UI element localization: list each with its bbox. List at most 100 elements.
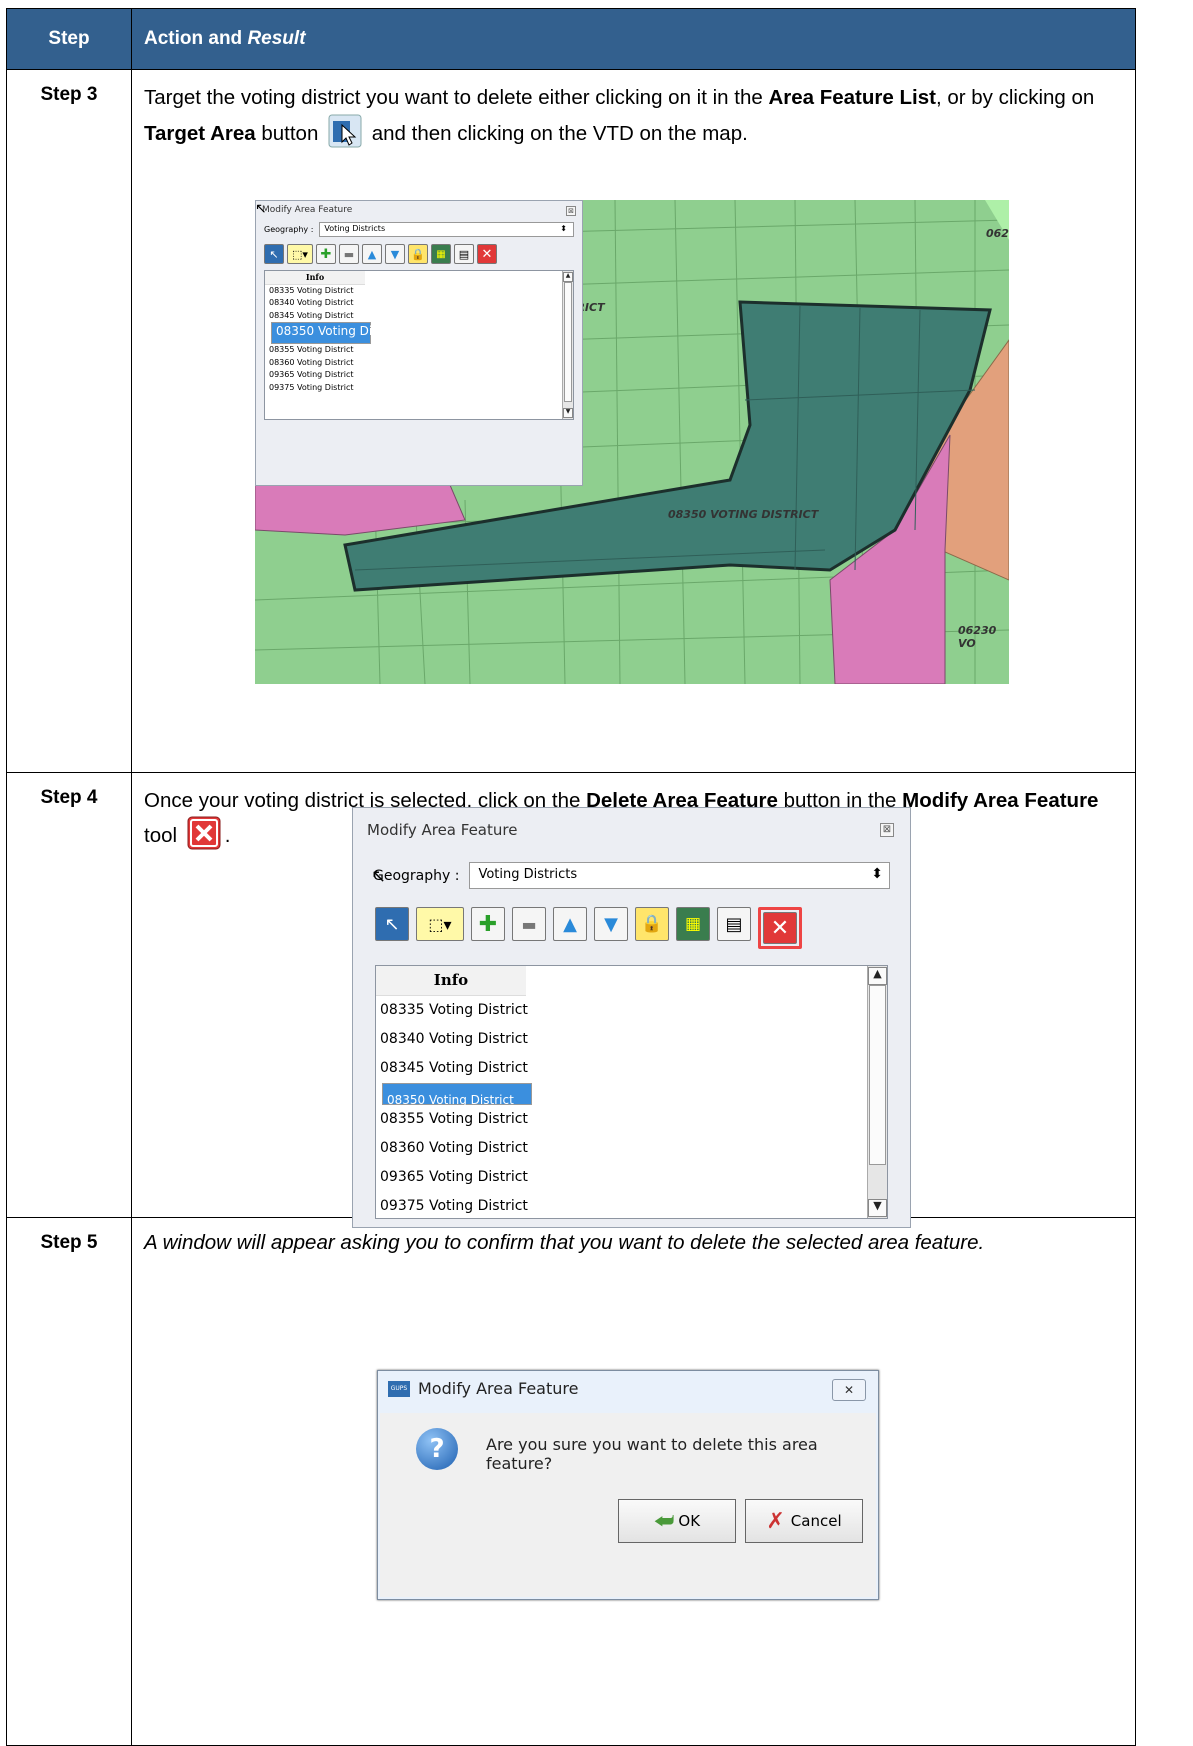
step4-text-4: . [224, 824, 231, 848]
target-area-icon [328, 114, 362, 158]
step3-text-1: Target the voting district you want to d… [144, 86, 769, 109]
confirm-dialog: GUPS Modify Area Feature ✕ ? Are you sur… [377, 1370, 879, 1600]
remove-icon[interactable]: ▬ [512, 907, 546, 941]
scroll-down-icon[interactable]: ▼ [868, 1199, 887, 1217]
list-item[interactable]: 08335 Voting District [265, 285, 573, 298]
move-up-icon[interactable]: ▲ [362, 244, 382, 264]
target-area-term: Target Area [144, 121, 256, 145]
toolbar: ↖ ⬚▾ ✚ ▬ ▲ ▼ 🔒 ▦ ▤ ✕ [353, 899, 910, 957]
add-icon[interactable]: ✚ [316, 244, 336, 264]
list-item-selected[interactable]: 08350 Voting District [271, 322, 403, 344]
step5-label: Step 5 [6, 1216, 132, 1746]
move-up-icon[interactable]: ▲ [553, 907, 587, 941]
map-screenshot: 0 VOTING DISTRICT 08350 VOTING DISTRICT … [255, 200, 1009, 684]
scroll-up-icon[interactable]: ▲ [868, 967, 887, 985]
toolbar: ↖ ⬚▾ ✚ ▬ ▲ ▼ 🔒 ▦ ▤ ✕ [256, 240, 582, 268]
lock-icon[interactable]: 🔒 [408, 244, 428, 264]
area-feature-list[interactable]: Info 08335 Voting District 08340 Voting … [375, 965, 888, 1219]
lock-icon[interactable]: 🔒 [635, 907, 669, 941]
list-item[interactable]: 08340 Voting District [265, 297, 573, 310]
header-action: Action and Result [131, 8, 1136, 70]
delete-highlight: ✕ [758, 907, 802, 949]
modify-area-feature-term: Modify Area Feature [902, 788, 1099, 812]
edit-table-icon[interactable]: ▤ [717, 907, 751, 941]
list-item[interactable]: 08345 Voting District [376, 1054, 887, 1083]
select-tool-button[interactable]: ⬚▾ [287, 244, 313, 264]
list-item[interactable]: 08360 Voting District [376, 1134, 887, 1163]
list-header-info: Info [265, 271, 365, 285]
close-icon[interactable]: ⊠ [880, 823, 894, 837]
geography-select[interactable]: Voting Districts ⬍ [319, 222, 574, 237]
arrow-left-icon: ⮨ [653, 1508, 675, 1534]
target-area-button[interactable]: ↖ [264, 244, 284, 264]
delete-area-feature-button[interactable]: ✕ [763, 912, 797, 944]
list-item[interactable]: 08355 Voting District [376, 1105, 887, 1134]
delete-icon [187, 816, 221, 860]
list-item[interactable]: 09375 Voting District [376, 1192, 887, 1218]
list-item[interactable]: 08355 Voting District [265, 344, 573, 357]
scrollbar[interactable]: ▲ ▼ [867, 966, 887, 1218]
list-item[interactable]: 08340 Voting District [376, 1025, 887, 1054]
app-badge-icon: GUPS [388, 1380, 410, 1397]
select-arrow-icon: ⬍ [560, 224, 567, 233]
list-item[interactable]: 09375 Voting District [265, 382, 573, 395]
scroll-thumb[interactable] [564, 282, 572, 402]
scroll-down-icon[interactable]: ▼ [563, 408, 573, 418]
move-down-icon[interactable]: ▼ [594, 907, 628, 941]
step3-text: Target the voting district you want to d… [144, 82, 1125, 158]
confirm-message: Are you sure you want to delete this are… [486, 1435, 818, 1473]
list-item[interactable]: 08360 Voting District [265, 357, 573, 370]
confirm-title: Modify Area Feature [418, 1379, 579, 1398]
close-icon[interactable]: ⊠ [566, 206, 576, 216]
remove-icon[interactable]: ▬ [339, 244, 359, 264]
header-step: Step [6, 8, 132, 70]
map-label-b: 08350 VOTING DISTRICT [668, 508, 819, 521]
close-icon[interactable]: ✕ [832, 1379, 866, 1401]
list-item[interactable]: 09365 Voting District [265, 369, 573, 382]
geography-value: Voting Districts [324, 224, 386, 233]
map-label-c: 06230 VO [958, 624, 997, 650]
geography-select[interactable]: Voting Districts ⬍ [469, 862, 890, 889]
select-tool-button[interactable]: ⬚▾ [416, 907, 464, 941]
step3-label: Step 3 [6, 69, 132, 773]
ok-label: OK [678, 1512, 701, 1530]
delete-area-feature-button-small[interactable]: ✕ [477, 244, 497, 264]
mouse-cursor-icon: ↖ [255, 200, 267, 216]
step4-label: Step 4 [6, 771, 132, 1218]
step5-text: A window will appear asking you to confi… [144, 1230, 985, 1254]
cancel-x-icon: ✗ [766, 1508, 785, 1534]
geography-label: Geography : [264, 225, 314, 234]
ok-button[interactable]: ⮨ OK [618, 1499, 736, 1543]
list-header-info: Info [376, 966, 526, 996]
edit-table-icon[interactable]: ▤ [454, 244, 474, 264]
move-down-icon[interactable]: ▼ [385, 244, 405, 264]
step3-text-2: , or by clicking on [935, 86, 1095, 109]
step4-text-3: tool [144, 824, 183, 848]
list-item[interactable]: 08335 Voting District [376, 996, 887, 1025]
cancel-label: Cancel [790, 1512, 842, 1530]
add-icon[interactable]: ✚ [471, 907, 505, 941]
map-grid-icon[interactable]: ▦ [431, 244, 451, 264]
area-feature-list-small[interactable]: Info 08335 Voting District 08340 Voting … [264, 270, 574, 420]
scrollbar[interactable]: ▲ ▼ [562, 271, 573, 419]
area-feature-list-term: Area Feature List [768, 86, 936, 109]
header-result-text: Result [247, 28, 306, 49]
target-area-button[interactable]: ↖ [375, 907, 409, 941]
modify-area-feature-dialog-small: Modify Area Feature ⊠ Geography : Voting… [255, 200, 583, 486]
cancel-button[interactable]: ✗ Cancel [745, 1499, 863, 1543]
list-item[interactable]: 08345 Voting District [265, 310, 573, 323]
modify-area-feature-dialog: Modify Area Feature ⊠ Geography : Voting… [352, 807, 911, 1228]
dialog-title: Modify Area Feature [262, 205, 353, 215]
scroll-thumb[interactable] [869, 985, 886, 1165]
geography-value: Voting Districts [478, 867, 578, 882]
select-arrow-icon: ⬍ [871, 866, 883, 882]
map-grid-icon[interactable]: ▦ [676, 907, 710, 941]
mouse-cursor-icon: ↖ [371, 866, 387, 887]
header-action-text: Action and [144, 28, 248, 49]
step3-text-4: and then clicking on the VTD on the map. [366, 121, 748, 145]
list-item[interactable]: 09365 Voting District [376, 1163, 887, 1192]
scroll-up-icon[interactable]: ▲ [563, 272, 573, 282]
step3-text-3: button [255, 121, 325, 145]
dialog-title: Modify Area Feature [367, 821, 518, 839]
list-item-selected[interactable]: 08350 Voting District [382, 1083, 532, 1107]
